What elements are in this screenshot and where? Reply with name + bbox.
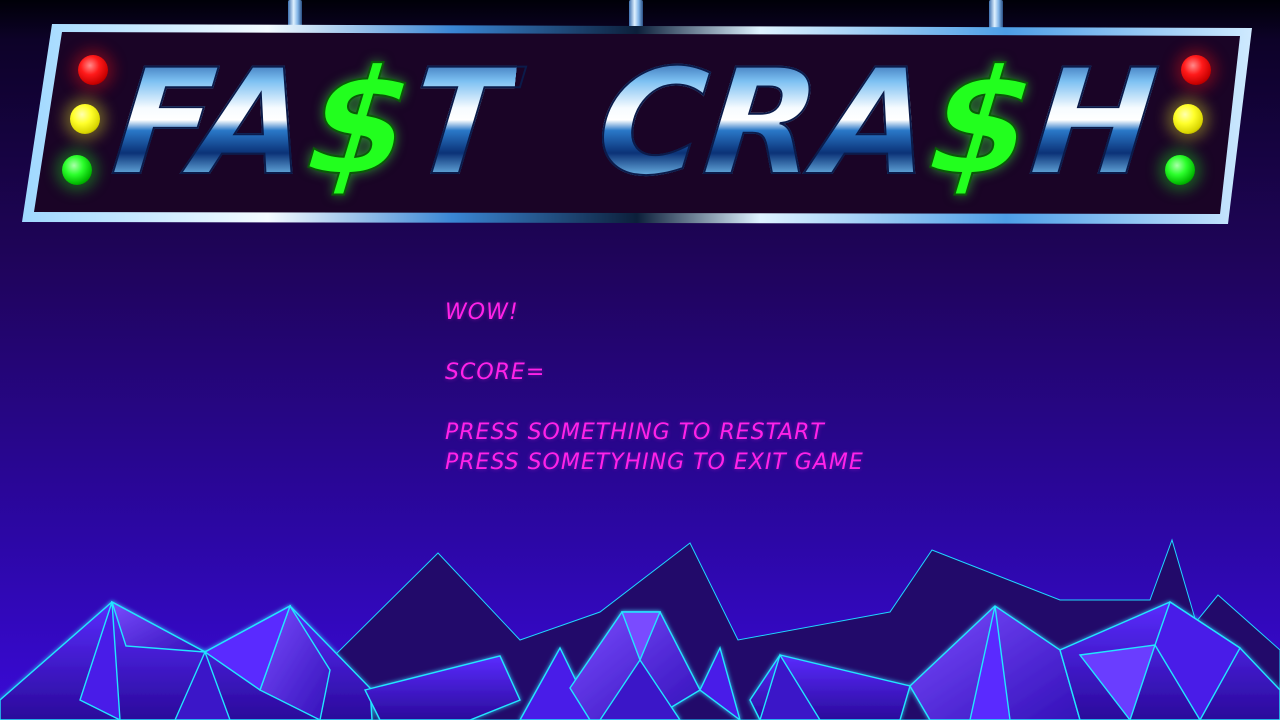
- title-cra: CRA: [589, 37, 941, 209]
- title-word-crash: CRA$H: [589, 37, 1165, 209]
- title-word-fast: FA$T: [105, 37, 520, 209]
- exit-hint: PRESS SOMETYHING TO EXIT GAME: [445, 450, 864, 475]
- title-dollar-2: $: [921, 37, 1042, 209]
- score-label: SCORE=: [445, 360, 546, 385]
- right-red-light: [1181, 55, 1211, 85]
- right-yellow-light: [1173, 104, 1203, 134]
- game-title-logo: FA$T CRA$H: [105, 37, 1165, 209]
- left-red-light: [78, 55, 108, 85]
- game-over-message: WOW! SCORE= PRESS SOMETHING TO RESTART P…: [445, 298, 864, 478]
- title-t: T: [401, 37, 520, 209]
- title-dollar-1: $: [299, 37, 420, 209]
- right-green-light: [1165, 155, 1195, 185]
- restart-hint: PRESS SOMETHING TO RESTART: [445, 420, 825, 445]
- title-h: H: [1023, 37, 1165, 209]
- left-yellow-light: [70, 104, 100, 134]
- title-fa: FA: [105, 37, 319, 209]
- left-green-light: [62, 155, 92, 185]
- exclamation-text: WOW!: [445, 300, 519, 325]
- score-line: SCORE=: [445, 358, 864, 388]
- neon-crystal-mountains: [0, 538, 1280, 720]
